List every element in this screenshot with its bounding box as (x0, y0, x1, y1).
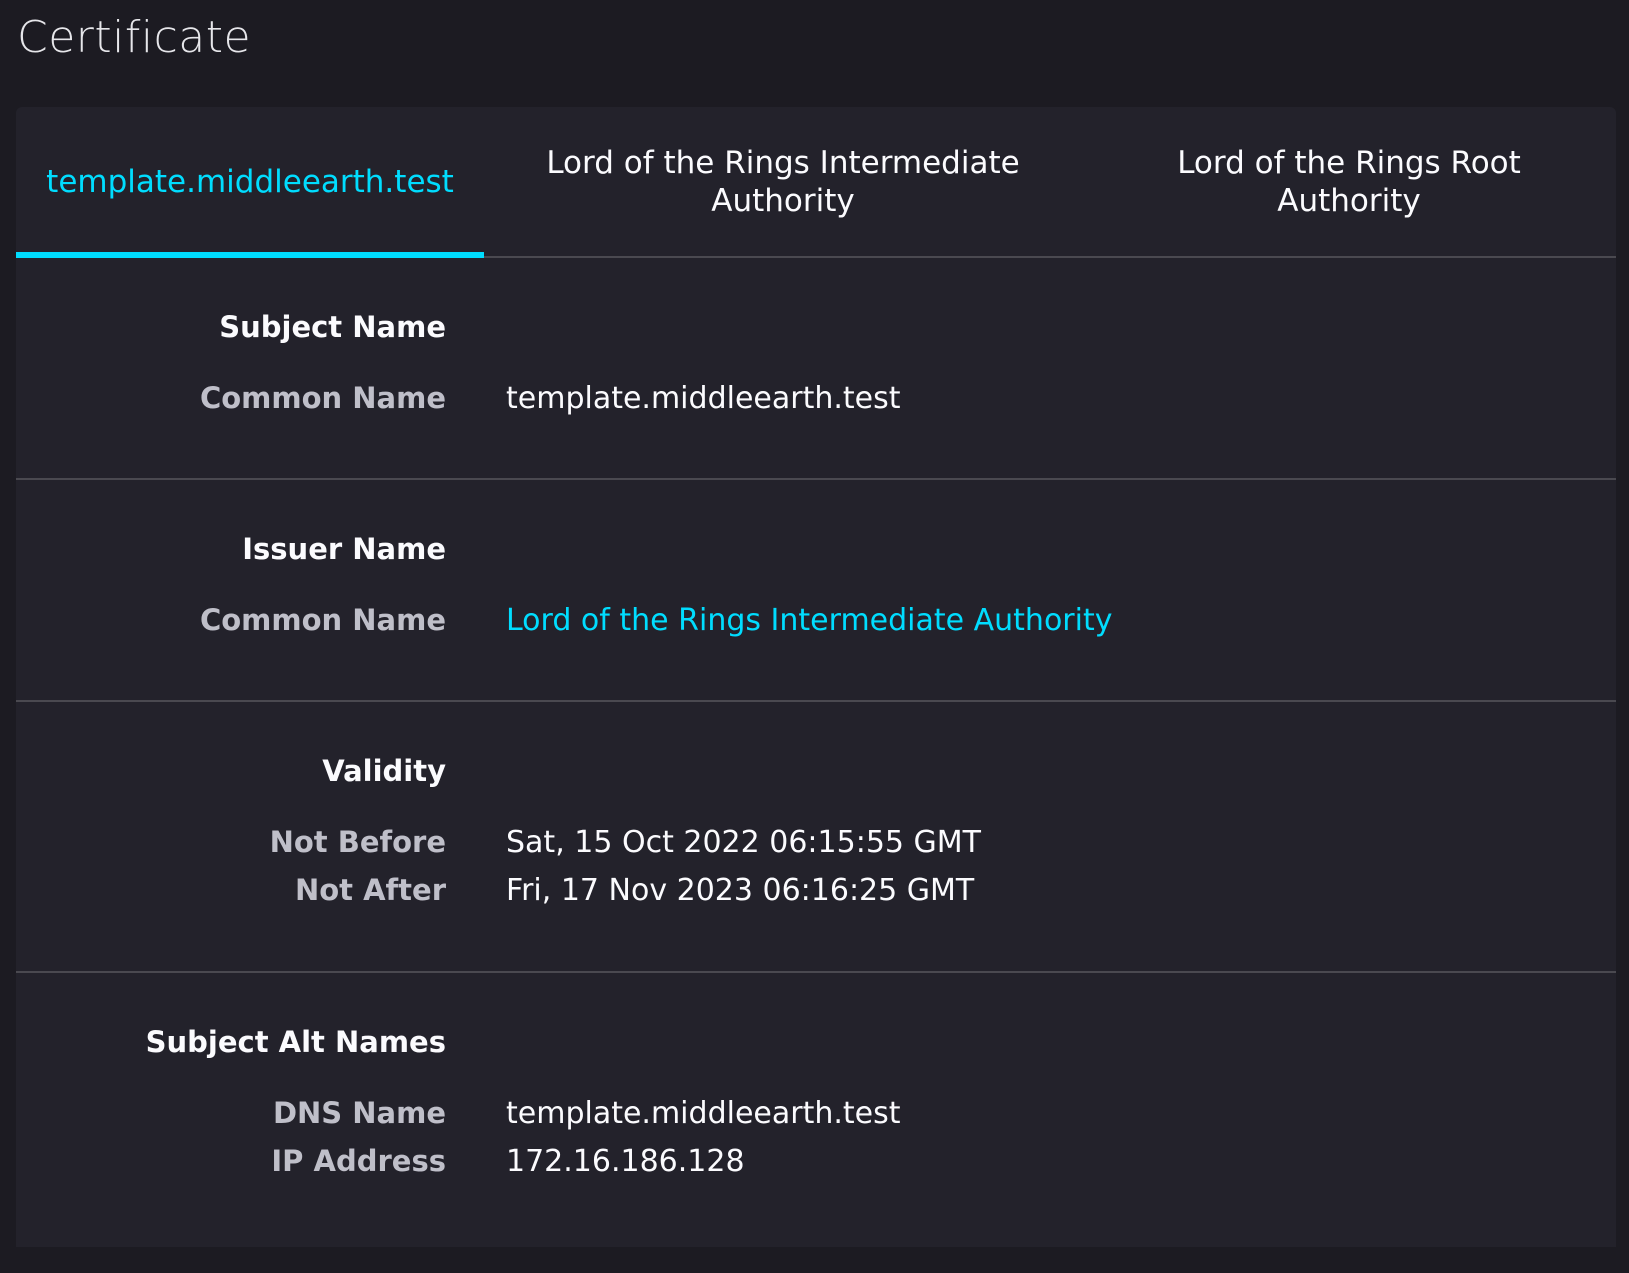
validity-heading-row: Validity (16, 754, 1616, 802)
not-after-label: Not After (294, 873, 446, 907)
page-title: Certificate (17, 12, 252, 63)
issuer-common-name-label: Common Name (199, 603, 446, 637)
ip-address-label: IP Address (271, 1144, 446, 1178)
certificate-tabs: template.middleearth.test Lord of the Ri… (16, 107, 1616, 258)
dns-name-row: DNS Name template.middleearth.test (16, 1096, 1616, 1144)
dns-name-value: template.middleearth.test (506, 1096, 901, 1131)
subject-common-name-row: Common Name template.middleearth.test (16, 381, 1616, 429)
issuer-name-heading-row: Issuer Name (16, 532, 1616, 580)
validity-heading: Validity (322, 754, 446, 788)
not-before-label: Not Before (269, 825, 446, 859)
tab-root-authority[interactable]: Lord of the Rings Root Authority (1082, 107, 1616, 256)
not-after-value: Fri, 17 Nov 2023 06:16:25 GMT (506, 873, 975, 908)
not-before-value: Sat, 15 Oct 2022 06:15:55 GMT (506, 825, 981, 860)
ip-address-row: IP Address 172.16.186.128 (16, 1144, 1616, 1192)
subject-alt-names-heading: Subject Alt Names (145, 1025, 446, 1059)
dns-name-label: DNS Name (272, 1096, 446, 1130)
ip-address-value: 172.16.186.128 (506, 1144, 745, 1179)
not-before-row: Not Before Sat, 15 Oct 2022 06:15:55 GMT (16, 825, 1616, 873)
issuer-name-section: Issuer Name Common Name Lord of the Ring… (16, 480, 1616, 702)
subject-name-heading-row: Subject Name (16, 310, 1616, 358)
subject-name-heading: Subject Name (219, 310, 446, 344)
tab-leaf-certificate[interactable]: template.middleearth.test (16, 107, 484, 258)
subject-common-name-value: template.middleearth.test (506, 381, 901, 416)
issuer-name-heading: Issuer Name (242, 532, 446, 566)
certificate-panel: template.middleearth.test Lord of the Ri… (16, 107, 1616, 1247)
issuer-common-name-row: Common Name Lord of the Rings Intermedia… (16, 603, 1616, 651)
not-after-row: Not After Fri, 17 Nov 2023 06:16:25 GMT (16, 873, 1616, 921)
issuer-common-name-link[interactable]: Lord of the Rings Intermediate Authority (506, 603, 1113, 638)
subject-name-section: Subject Name Common Name template.middle… (16, 258, 1616, 480)
subject-alt-names-heading-row: Subject Alt Names (16, 1025, 1616, 1073)
tab-intermediate-authority[interactable]: Lord of the Rings Intermediate Authority (484, 107, 1082, 256)
subject-alt-names-section: Subject Alt Names DNS Name template.midd… (16, 973, 1616, 1273)
subject-common-name-label: Common Name (199, 381, 446, 415)
validity-section: Validity Not Before Sat, 15 Oct 2022 06:… (16, 702, 1616, 973)
